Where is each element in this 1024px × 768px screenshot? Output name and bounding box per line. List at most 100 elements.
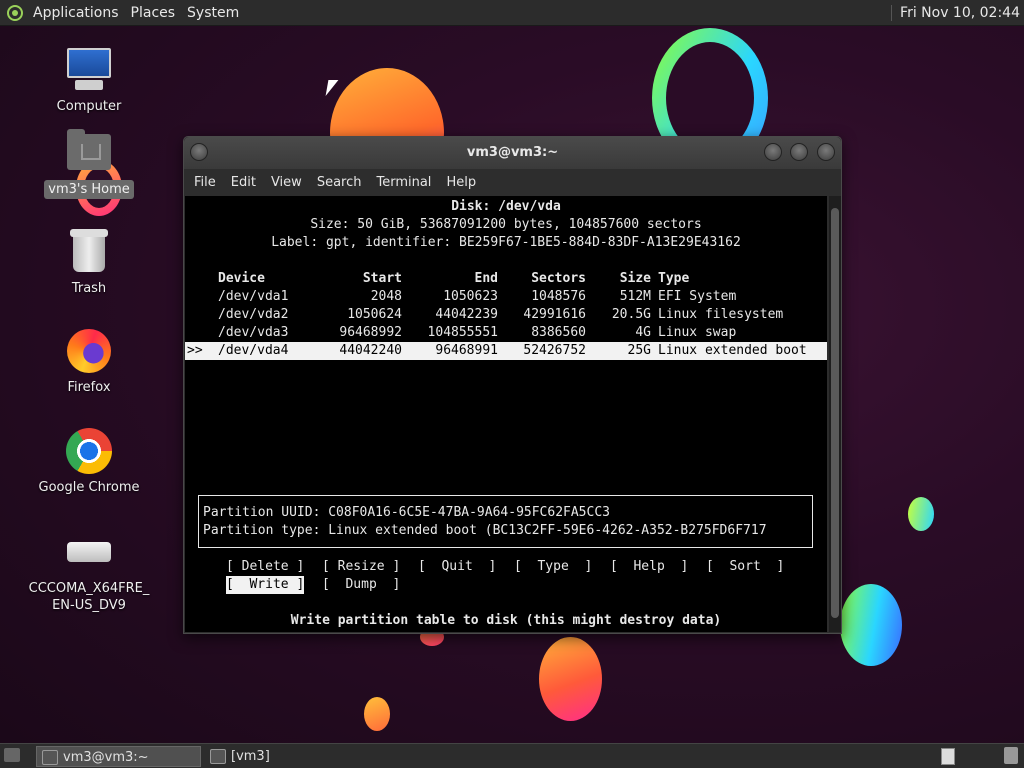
- table-row[interactable]: /dev/vda3 96468992 104855551 8386560 4G …: [185, 324, 827, 342]
- desktop-icon-computer[interactable]: Computer: [24, 46, 154, 115]
- trash-applet-icon[interactable]: [1004, 747, 1018, 764]
- cell-size: 20.5G: [611, 307, 651, 322]
- minimize-button[interactable]: [764, 143, 782, 161]
- decor-orange-blob-bottom: [539, 637, 602, 721]
- sort-button[interactable]: [ Sort ]: [706, 558, 784, 576]
- resize-button[interactable]: [ Resize ]: [322, 558, 400, 576]
- menu-help[interactable]: Help: [440, 175, 482, 190]
- menu-search[interactable]: Search: [311, 175, 368, 190]
- cell-device: /dev/vda3: [218, 325, 289, 340]
- disk-label: Label: gpt, identifier: BE259F67-1BE5-88…: [271, 235, 741, 250]
- menu-places[interactable]: Places: [125, 5, 182, 21]
- maximize-button[interactable]: [790, 143, 808, 161]
- firefox-icon: [65, 327, 113, 375]
- computer-icon: [65, 46, 113, 94]
- desktop-icon-label: vm3's Home: [44, 180, 134, 199]
- header-end: End: [474, 271, 498, 286]
- desktop-icon-label: Computer: [56, 99, 122, 114]
- window-menu-button[interactable]: [190, 143, 208, 161]
- clock[interactable]: Fri Nov 10, 02:44: [891, 4, 1024, 21]
- chrome-icon: [65, 427, 113, 475]
- cell-device: /dev/vda2: [218, 307, 289, 322]
- menu-file[interactable]: File: [188, 175, 222, 190]
- desktop-icon-home[interactable]: vm3's Home: [24, 128, 154, 199]
- drive-icon: [65, 528, 113, 576]
- dump-button[interactable]: [ Dump ]: [322, 576, 400, 594]
- scrollbar-thumb[interactable]: [831, 208, 839, 618]
- cell-end: 1050623: [443, 289, 498, 304]
- desktop-icon-label: Google Chrome: [38, 480, 140, 495]
- cell-size: 512M: [619, 289, 651, 304]
- table-row[interactable]: /dev/vda1 2048 1050623 1048576 512M EFI …: [185, 288, 827, 306]
- cell-device: /dev/vda1: [218, 289, 289, 304]
- cell-start: 96468992: [339, 325, 402, 340]
- desktop-icon-drive[interactable]: CCCOMA_X64FRE_ EN-US_DV9: [24, 528, 154, 614]
- cell-end: 104855551: [427, 325, 498, 340]
- window-menubar: File Edit View Search Terminal Help: [184, 169, 841, 195]
- menu-system[interactable]: System: [181, 5, 245, 21]
- help-button[interactable]: [ Help ]: [610, 558, 688, 576]
- action-hint: Write partition table to disk (this migh…: [290, 613, 722, 628]
- cell-type: Linux filesystem: [658, 307, 784, 322]
- cell-start: 44042240: [339, 343, 402, 358]
- delete-button[interactable]: [ Delete ]: [226, 558, 304, 576]
- cell-type: Linux extended boot: [658, 343, 807, 358]
- trash-icon: [65, 228, 113, 276]
- decor-small-orange-blob: [364, 697, 390, 731]
- terminal-scrollbar[interactable]: [829, 196, 841, 632]
- desktop-icon-label: CCCOMA_X64FRE_ EN-US_DV9: [28, 581, 150, 613]
- taskbar-item-terminal[interactable]: vm3@vm3:~: [36, 746, 201, 767]
- cell-end: 44042239: [435, 307, 498, 322]
- cell-end: 96468991: [435, 343, 498, 358]
- header-start: Start: [362, 271, 402, 286]
- cell-sectors: 8386560: [531, 325, 586, 340]
- decor-blue-blob: [840, 584, 902, 666]
- desktop-icon-firefox[interactable]: Firefox: [24, 327, 154, 396]
- distro-logo-icon[interactable]: [7, 4, 23, 21]
- table-row[interactable]: /dev/vda2 1050624 44042239 42991616 20.5…: [185, 306, 827, 324]
- cell-start: 1050624: [347, 307, 402, 322]
- quit-button[interactable]: [ Quit ]: [418, 558, 496, 576]
- desktop-icon-chrome[interactable]: Google Chrome: [24, 427, 154, 496]
- cell-size: 25G: [627, 343, 651, 358]
- menu-view[interactable]: View: [265, 175, 308, 190]
- table-row-selected[interactable]: >> /dev/vda4 44042240 96468991 52426752 …: [185, 342, 827, 360]
- top-panel: Applications Places System Fri Nov 10, 0…: [0, 0, 1024, 26]
- decor-small-blue-blob: [908, 497, 934, 531]
- desktop-icon-label: Trash: [71, 281, 107, 296]
- close-button[interactable]: [817, 143, 835, 161]
- cell-type: EFI System: [658, 289, 737, 304]
- taskbar-item-label: [vm3]: [231, 749, 270, 764]
- cell-sectors: 42991616: [523, 307, 586, 322]
- taskbar-item-label: vm3@vm3:~: [63, 750, 149, 765]
- mouse-cursor-icon: [325, 80, 339, 96]
- type-button[interactable]: [ Type ]: [514, 558, 592, 576]
- terminal-icon: [42, 750, 58, 765]
- workspace-switcher[interactable]: [941, 748, 955, 765]
- menu-applications[interactable]: Applications: [27, 5, 125, 21]
- cell-type: Linux swap: [658, 325, 737, 340]
- window-titlebar[interactable]: vm3@vm3:~: [184, 137, 841, 169]
- write-button[interactable]: [ Write ]: [226, 576, 305, 594]
- cell-sectors: 1048576: [531, 289, 586, 304]
- taskbar-item-vm3[interactable]: [vm3]: [205, 746, 365, 767]
- desktop-icon-trash[interactable]: Trash: [24, 228, 154, 297]
- menu-terminal[interactable]: Terminal: [370, 175, 437, 190]
- cell-device: /dev/vda4: [218, 343, 289, 358]
- header-sectors: Sectors: [531, 271, 586, 286]
- terminal-content[interactable]: Disk: /dev/vda Size: 50 GiB, 53687091200…: [185, 196, 827, 632]
- window-title: vm3@vm3:~: [466, 145, 559, 160]
- terminal-window: vm3@vm3:~ File Edit View Search Terminal…: [183, 136, 842, 634]
- menu-edit[interactable]: Edit: [225, 175, 262, 190]
- cell-sectors: 52426752: [523, 343, 586, 358]
- partition-info-box: Partition UUID: C08F0A16-6C5E-47BA-9A64-…: [198, 495, 813, 548]
- bottom-taskbar: vm3@vm3:~ [vm3]: [0, 743, 1024, 768]
- home-folder-icon: [65, 128, 113, 176]
- header-type: Type: [658, 271, 690, 286]
- header-device: Device: [218, 271, 265, 286]
- cell-size: 4G: [635, 325, 651, 340]
- header-size: Size: [619, 271, 651, 286]
- row-marker: >>: [187, 343, 203, 358]
- show-desktop-icon[interactable]: [4, 748, 20, 762]
- partition-uuid: Partition UUID: C08F0A16-6C5E-47BA-9A64-…: [203, 505, 610, 520]
